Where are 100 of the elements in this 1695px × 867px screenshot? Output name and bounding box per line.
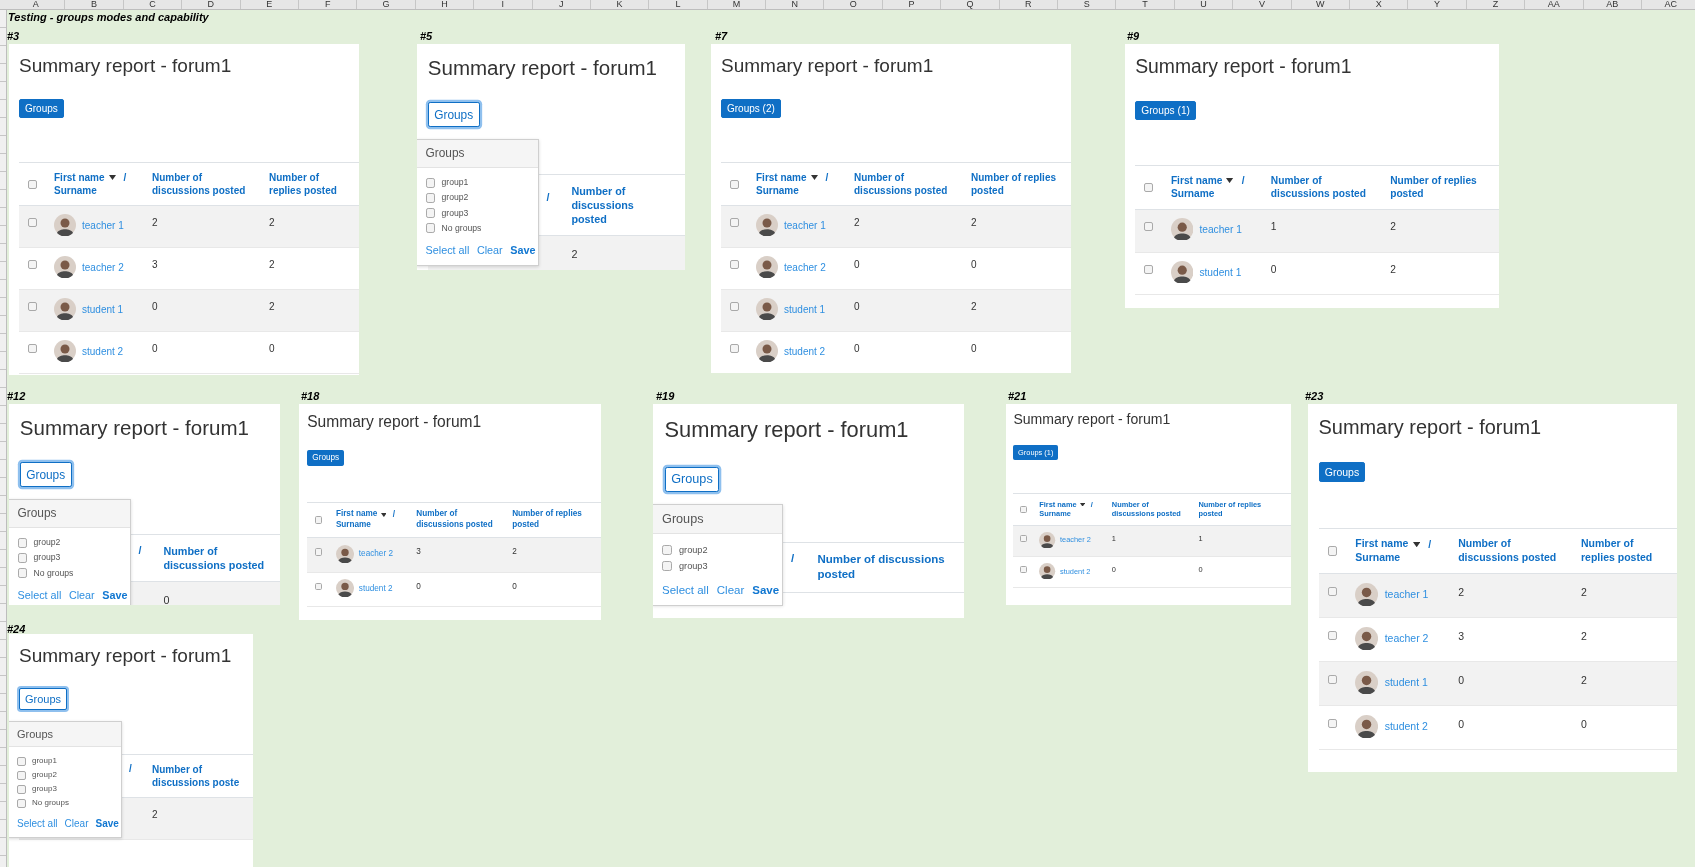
user-link[interactable]: student 2 [784, 345, 826, 357]
column-letter[interactable]: A [7, 0, 66, 9]
column-letter[interactable]: G [357, 0, 416, 9]
checkbox[interactable] [1327, 718, 1338, 729]
user-link[interactable]: teacher 1 [1384, 588, 1429, 601]
column-letter[interactable]: Z [1466, 0, 1526, 9]
column-letter[interactable]: T [1116, 0, 1175, 9]
column-letter[interactable]: W [1291, 0, 1350, 9]
column-header[interactable]: Number of discussions posted [571, 184, 685, 227]
checkbox[interactable] [1327, 586, 1338, 597]
column-letter[interactable]: V [1233, 0, 1292, 9]
checkbox[interactable] [730, 179, 739, 189]
column-header[interactable]: Number of discussions posted [1270, 174, 1383, 201]
column-header[interactable]: Number of replies posted [1390, 174, 1499, 201]
dropdown-action-link[interactable]: Save [102, 589, 128, 602]
groups-button[interactable]: Groups (1) [1135, 101, 1197, 121]
column-letter[interactable]: AC [1641, 0, 1695, 9]
column-letter[interactable]: O [824, 0, 883, 9]
column-header[interactable]: Number of discussions posted [416, 509, 507, 531]
user-link[interactable]: teacher 2 [1384, 632, 1429, 645]
sort-link[interactable]: Surname [335, 520, 417, 531]
checkbox[interactable] [314, 548, 323, 556]
column-letter[interactable]: U [1174, 0, 1234, 9]
checkbox[interactable] [730, 260, 739, 269]
user-link[interactable]: student 2 [82, 345, 124, 357]
user-link[interactable]: student 1 [82, 303, 124, 315]
user-link[interactable]: student 1 [784, 303, 826, 315]
column-header[interactable]: Number of replies posted [1581, 537, 1677, 565]
user-link[interactable]: teacher 2 [358, 549, 393, 559]
checkbox[interactable] [17, 798, 26, 808]
user-link[interactable]: student 1 [1199, 266, 1242, 278]
column-letter[interactable]: J [532, 0, 591, 9]
checkbox[interactable] [425, 208, 436, 218]
sort-link[interactable]: First name [756, 171, 807, 184]
groups-button[interactable]: Groups [19, 462, 72, 487]
user-link[interactable]: student 2 [1060, 566, 1091, 576]
column-letter[interactable]: S [1058, 0, 1117, 9]
user-link[interactable]: student 2 [358, 583, 393, 593]
sort-link[interactable]: First name [54, 171, 105, 184]
column-letter[interactable]: K [590, 0, 650, 9]
column-letter[interactable]: B [65, 0, 124, 9]
column-header[interactable]: Number of discussions posted [163, 544, 280, 573]
sort-link[interactable]: Surname [1355, 551, 1459, 565]
checkbox[interactable] [1020, 505, 1028, 513]
groups-button[interactable]: Groups (1) [1013, 444, 1059, 461]
checkbox[interactable] [425, 223, 436, 233]
groups-button[interactable]: Groups [1318, 461, 1366, 482]
user-link[interactable]: teacher 2 [1060, 535, 1091, 545]
sort-link[interactable]: Surname [54, 184, 152, 197]
checkbox[interactable] [1144, 222, 1154, 232]
checkbox[interactable] [28, 302, 37, 311]
groups-button[interactable]: Groups [427, 102, 480, 127]
dropdown-action-link[interactable]: Clear [68, 589, 95, 602]
checkbox[interactable] [314, 516, 323, 524]
user-link[interactable]: student 2 [1384, 720, 1428, 733]
checkbox[interactable] [662, 545, 673, 556]
dropdown-action-link[interactable]: Clear [476, 244, 503, 257]
checkbox[interactable] [17, 756, 26, 766]
dropdown-action-link[interactable]: Save [752, 583, 780, 596]
column-letter[interactable]: AB [1583, 0, 1642, 9]
groups-button[interactable]: Groups (2) [721, 99, 781, 118]
column-letter[interactable]: F [298, 0, 358, 9]
user-link[interactable]: teacher 1 [82, 219, 124, 231]
user-link[interactable]: teacher 1 [1199, 223, 1242, 235]
checkbox[interactable] [730, 218, 739, 227]
column-letter[interactable]: I [474, 0, 533, 9]
checkbox[interactable] [28, 218, 37, 227]
checkbox[interactable] [730, 344, 739, 353]
sort-link[interactable]: Surname [1170, 187, 1271, 201]
checkbox[interactable] [1020, 566, 1028, 574]
groups-button[interactable]: Groups [307, 449, 345, 466]
checkbox[interactable] [1327, 546, 1338, 556]
groups-button[interactable]: Groups [19, 99, 64, 118]
column-letter[interactable]: M [707, 0, 767, 9]
sort-link[interactable]: First name [1039, 499, 1077, 510]
column-letter[interactable]: E [240, 0, 299, 9]
checkbox[interactable] [17, 553, 28, 563]
dropdown-action-link[interactable]: Select all [425, 244, 470, 257]
column-header[interactable]: Number of discussions posted [1111, 499, 1194, 519]
dropdown-action-link[interactable]: Select all [17, 589, 62, 602]
column-letter[interactable]: P [882, 0, 942, 9]
checkbox[interactable] [17, 770, 26, 780]
checkbox[interactable] [662, 561, 673, 572]
column-letter[interactable]: X [1350, 0, 1409, 9]
user-link[interactable]: teacher 1 [784, 219, 826, 231]
user-link[interactable]: teacher 2 [82, 261, 124, 273]
groups-button[interactable]: Groups [664, 466, 720, 492]
column-letter[interactable]: D [182, 0, 241, 9]
column-letter[interactable]: C [123, 0, 183, 9]
column-header[interactable]: Number of discussions posted [1458, 537, 1574, 565]
column-header[interactable]: Number of replies posted [971, 171, 1071, 197]
checkbox[interactable] [1327, 630, 1338, 641]
sort-link[interactable]: First name [1355, 537, 1409, 552]
column-header[interactable]: Number of discussions posted [817, 552, 964, 583]
column-letter[interactable]: Q [941, 0, 1000, 9]
column-letter[interactable]: R [999, 0, 1059, 9]
column-header[interactable]: Number of replies posted [269, 171, 359, 197]
checkbox[interactable] [17, 784, 26, 794]
column-header[interactable]: Number of discussions posted [152, 171, 262, 197]
dropdown-action-link[interactable]: Clear [64, 818, 89, 829]
